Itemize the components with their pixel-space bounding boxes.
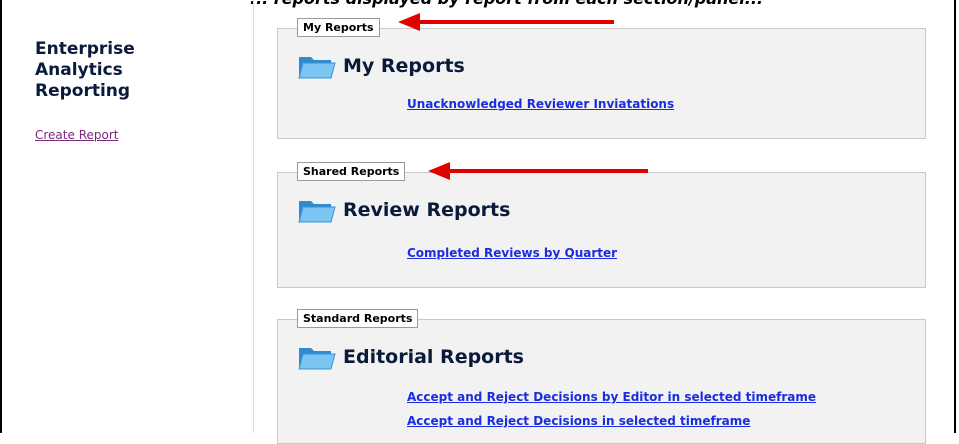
folder-icon (298, 348, 336, 370)
section-title: Editorial Reports (343, 346, 524, 368)
create-report-link[interactable]: Create Report (35, 128, 118, 142)
report-link[interactable]: Accept and Reject Decisions by Editor in… (407, 390, 816, 404)
column-divider (253, 0, 254, 433)
app-title: Enterprise Analytics Reporting (35, 39, 135, 101)
panel-legend: Shared Reports (297, 162, 406, 181)
panel-my-reports: My Reports My Reports Unacknowledged Rev… (277, 18, 926, 139)
page-caption: ... reports displayed by report from eac… (250, 0, 763, 8)
report-link[interactable]: Accept and Reject Decisions in selected … (407, 414, 750, 428)
section-header: My Reports (297, 51, 465, 81)
panel-legend: My Reports (297, 18, 380, 37)
section-title: My Reports (343, 55, 465, 77)
folder-icon (298, 57, 336, 79)
report-link[interactable]: Completed Reviews by Quarter (407, 246, 617, 260)
section-header: Review Reports (297, 195, 510, 225)
panel-legend: Standard Reports (297, 309, 419, 328)
folder-icon (298, 201, 336, 223)
sidebar: Enterprise Analytics Reporting Create Re… (35, 39, 235, 143)
panel-shared-reports: Shared Reports Review Reports Completed … (277, 162, 926, 288)
section-header: Editorial Reports (297, 342, 524, 372)
section-title: Review Reports (343, 199, 511, 221)
report-link[interactable]: Unacknowledged Reviewer Inviatations (407, 97, 674, 111)
panel-standard-reports: Standard Reports Editorial Reports Accep… (277, 309, 926, 444)
